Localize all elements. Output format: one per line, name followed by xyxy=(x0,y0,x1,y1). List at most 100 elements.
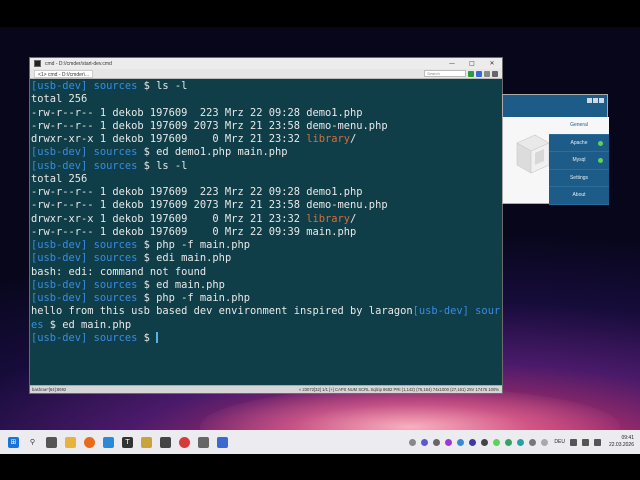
terminal-line: [usb-dev] sources $ ls -l xyxy=(31,80,501,93)
terminal-text: sources xyxy=(87,278,138,291)
terminal-line: hello from this usb based dev environmen… xyxy=(31,305,501,318)
terminal-text: [usb-dev] xyxy=(31,146,88,159)
lock-icon[interactable] xyxy=(484,70,490,77)
terminal-line: -rw-r--r-- 1 dekob 197609 223 Mrz 22 09:… xyxy=(31,186,501,199)
terminal-text: $ ed main.php xyxy=(137,278,225,291)
terminal-line: [usb-dev] sources $ php -f main.php xyxy=(31,239,501,252)
cmder-app-icon xyxy=(34,60,41,67)
terminal-text: hello from this usb based dev environmen… xyxy=(31,305,413,318)
tray-icon-11[interactable] xyxy=(529,438,537,446)
terminal-text: [usb-dev] xyxy=(31,292,88,304)
status-left: bashrae*[64]:8692 xyxy=(32,387,67,392)
terminal-text: [usb-dev] xyxy=(31,278,88,291)
battery-icon[interactable] xyxy=(593,438,601,446)
terminal-text: $ php -f main.php xyxy=(137,292,250,304)
tray-icon-7[interactable] xyxy=(481,438,489,446)
language-indicator[interactable]: DEU xyxy=(554,439,565,445)
tray-icon-5[interactable] xyxy=(457,438,465,446)
clock-date: 22.03.2026 xyxy=(608,442,634,448)
console-tab[interactable]: <1> cmd - D:\/cmder\... xyxy=(34,69,94,78)
panel-menu-item-about[interactable]: About xyxy=(549,187,609,205)
tray-icon-9[interactable] xyxy=(505,438,513,446)
status-right: « 23072[32] 1/1 [+] CAPS NUM SCRL Sqlzip… xyxy=(298,387,499,392)
tray-icon-4[interactable] xyxy=(445,438,453,446)
tab-list-icon[interactable] xyxy=(476,70,482,77)
tray-icon-10[interactable] xyxy=(517,438,525,446)
terminal-text: [usb-dev] xyxy=(31,80,88,92)
panel-menu-label: Settings xyxy=(569,174,589,181)
cmder-taskbar-icon[interactable] xyxy=(198,436,209,448)
panel-menu-label: Apache xyxy=(570,139,588,146)
terminal-text: [usb-dev] xyxy=(31,331,88,344)
terminal-text: [usb-dev] xyxy=(31,239,88,251)
terminal-text: sourc xyxy=(475,305,501,318)
terminal-line: total 256 xyxy=(31,93,501,106)
browser-icon[interactable] xyxy=(103,436,114,448)
terminal-text: $ php -f main.php xyxy=(137,239,250,251)
terminal-text: [usb-dev] xyxy=(412,305,469,318)
terminal-text: $ ed demo1.php main.php xyxy=(137,146,288,159)
terminal-line: [usb-dev] sources $ ed demo1.php main.ph… xyxy=(31,146,501,159)
file-explorer-icon[interactable] xyxy=(65,436,76,448)
panel-minimize-button[interactable] xyxy=(587,98,592,103)
search-icon[interactable]: ⚲ xyxy=(27,437,38,448)
close-button[interactable]: ✕ xyxy=(482,58,502,69)
menu-icon[interactable] xyxy=(492,70,498,77)
tray-icon-6[interactable] xyxy=(469,438,477,446)
app-red-icon[interactable] xyxy=(179,436,190,448)
tray-icon-8[interactable] xyxy=(493,438,501,446)
terminal-text: $ ls -l xyxy=(137,159,188,172)
terminal-line: drwxr-xr-x 1 dekob 197609 0 Mrz 21 23:32… xyxy=(31,133,501,146)
panel-menu-label: About xyxy=(572,192,586,199)
panel-menu-item-mysql[interactable]: Mysql xyxy=(549,152,609,170)
terminal-text: library xyxy=(306,212,351,225)
task-view-icon[interactable] xyxy=(46,436,57,448)
panel-menu-item-apache[interactable]: Apache xyxy=(549,135,609,153)
system-tray: DEU 09:41 22.03.2026 xyxy=(404,433,634,451)
tray-icon-2[interactable] xyxy=(421,438,429,446)
terminal-cursor xyxy=(156,332,159,344)
laragon-taskbar-icon[interactable] xyxy=(217,436,228,448)
terminal-text: [usb-dev] xyxy=(31,252,88,265)
terminal-text: sources xyxy=(87,292,138,304)
panel-close-button[interactable] xyxy=(599,98,604,103)
typora-icon[interactable]: T xyxy=(122,436,133,448)
panel-menu-item-settings[interactable]: Settings xyxy=(549,170,609,188)
editor-icon[interactable] xyxy=(141,436,152,448)
minimize-button[interactable]: — xyxy=(442,58,462,69)
firefox-icon[interactable] xyxy=(84,436,95,448)
terminal-icon[interactable] xyxy=(160,436,171,448)
terminal-window[interactable]: cmd - D:\/cmder/start-dev.cmd — □ ✕ <1> … xyxy=(29,57,503,394)
start-icon[interactable]: ⊞ xyxy=(8,436,19,448)
terminal-line: -rw-r--r-- 1 dekob 197609 2073 Mrz 21 23… xyxy=(31,120,501,133)
volume-icon[interactable] xyxy=(581,438,589,446)
status-dot-icon xyxy=(598,140,603,146)
terminal-text: sources xyxy=(87,159,138,172)
terminal-text: bash: edi: command not found xyxy=(31,265,207,278)
terminal-text: $ xyxy=(137,331,157,344)
tray-icon-1[interactable] xyxy=(409,438,417,446)
status-bar: bashrae*[64]:8692 « 23072[32] 1/1 [+] CA… xyxy=(30,385,502,393)
terminal-text: total 256 xyxy=(31,172,88,185)
terminal-text: / xyxy=(350,133,357,145)
terminal-text: library xyxy=(306,133,351,145)
terminal-output[interactable]: [usb-dev] sources $ ls -l total 256 -rw-r-… xyxy=(31,80,501,384)
clock-time: 09:41 xyxy=(621,435,634,441)
terminal-text: sources xyxy=(87,80,138,92)
panel-maximize-button[interactable] xyxy=(593,98,598,103)
panel-menu-item-general[interactable]: General xyxy=(549,117,609,135)
terminal-text: sources xyxy=(87,331,138,344)
new-console-icon[interactable] xyxy=(468,70,474,77)
title-bar[interactable]: cmd - D:\/cmder/start-dev.cmd — □ ✕ xyxy=(30,58,502,69)
dev-panel-window[interactable]: General Apache Mysql Settings About xyxy=(502,94,609,205)
maximize-button[interactable]: □ xyxy=(462,58,482,69)
clock[interactable]: 09:41 22.03.2026 xyxy=(609,435,634,449)
search-input[interactable]: Search xyxy=(424,70,466,77)
wifi-icon[interactable] xyxy=(569,438,577,446)
tray-icon-3[interactable] xyxy=(433,438,441,446)
terminal-line: -rw-r--r-- 1 dekob 197609 2073 Mrz 21 23… xyxy=(31,199,501,212)
panel-menu: General Apache Mysql Settings About xyxy=(549,117,609,205)
terminal-text: drwxr-xr-x 1 dekob 197609 0 Mrz 21 23:32 xyxy=(31,212,307,225)
terminal-text: / xyxy=(350,212,357,225)
tray-icon-12[interactable] xyxy=(541,438,549,446)
